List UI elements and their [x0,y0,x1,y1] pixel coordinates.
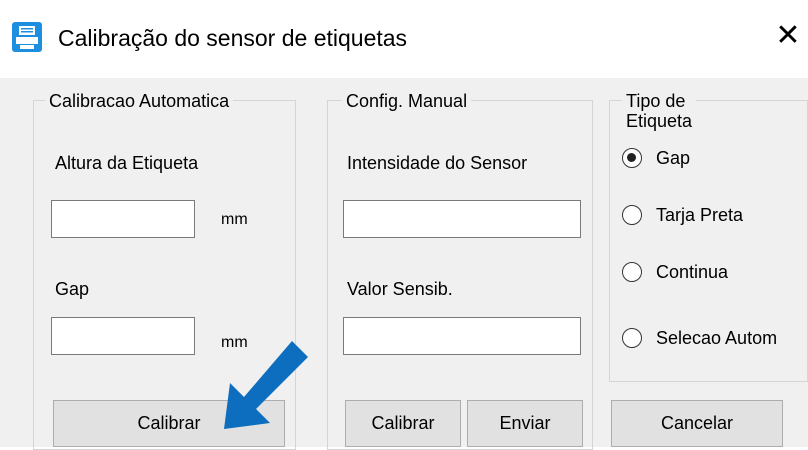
title-bar: Calibração do sensor de etiquetas ✕ [0,0,808,78]
dialog-body: Calibracao Automatica Altura da Etiqueta… [0,78,808,450]
pointer-arrow-icon [224,341,308,429]
radio-circle[interactable] [622,148,642,168]
radio-label: Tarja Preta [656,205,744,225]
radio-label: Continua [656,262,729,282]
close-icon[interactable]: ✕ [771,18,805,54]
height-unit: mm [221,211,248,228]
label-sensitivity: Valor Sensib. [347,279,453,299]
cancel-button[interactable]: Cancelar [611,400,783,447]
radio-continua[interactable]: Continua [622,261,802,287]
height-input[interactable] [51,200,195,238]
radio-selecao-autom[interactable]: Selecao Autom [622,327,806,353]
manual-calibrate-button[interactable]: Calibrar [345,400,461,447]
radio-tarja-preta[interactable]: Tarja Preta [622,204,802,230]
sensitivity-input[interactable] [343,317,581,355]
window-title: Calibração do sensor de etiquetas [58,25,408,51]
send-button[interactable]: Enviar [467,400,583,447]
label-type-legend: Tipo de Etiqueta [622,91,697,131]
intensity-input[interactable] [343,200,581,238]
radio-label: Selecao Autom [656,328,778,348]
gap-input[interactable] [51,317,195,355]
label-height: Altura da Etiqueta [55,153,199,173]
label-type-legend-line1: Tipo de [626,91,686,111]
radio-circle[interactable] [622,205,642,225]
manual-config-legend: Config. Manual [342,91,472,111]
radio-circle[interactable] [622,328,642,348]
radio-label: Gap [656,148,691,168]
label-type-legend-line2: Etiqueta [626,111,693,131]
radio-circle[interactable] [622,262,642,282]
auto-calibration-legend: Calibracao Automatica [45,91,234,111]
label-gap: Gap [55,279,90,299]
printer-icon [12,22,42,52]
label-intensity: Intensidade do Sensor [347,153,528,173]
radio-gap[interactable]: Gap [622,147,802,173]
radio-selected-dot [627,153,636,162]
